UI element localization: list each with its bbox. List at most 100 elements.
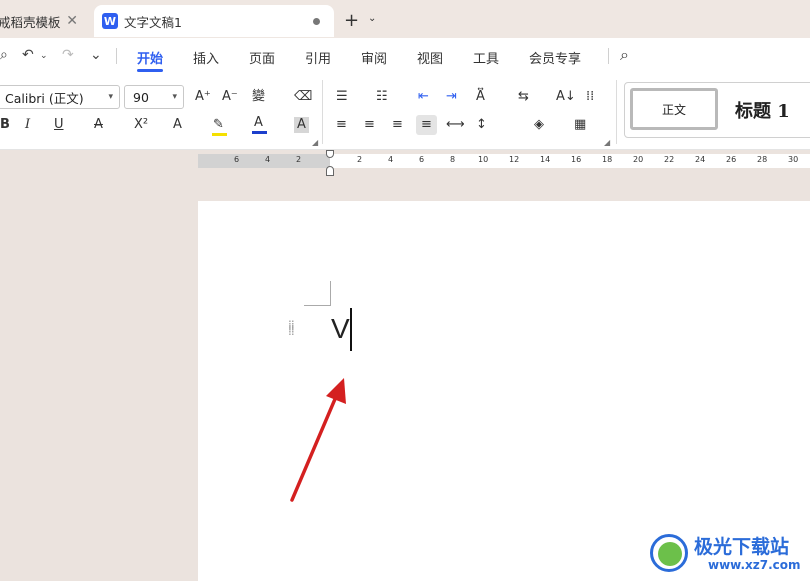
wps-writer-icon: W [102,13,118,29]
font-size-select[interactable]: 90 ▾ [124,85,184,109]
text-direction-icon[interactable]: A⃡ [476,89,485,105]
first-line-indent-handle[interactable] [326,150,334,158]
distributed-icon[interactable]: ⟷ [446,117,465,133]
ribbon-separator [616,80,617,144]
italic-icon[interactable]: I [25,117,30,133]
style-normal[interactable]: 正文 [630,88,718,130]
margin-corner-mark [330,281,331,306]
menu-tools[interactable]: 工具 [473,48,499,67]
menu-member[interactable]: 会员专享 [529,48,581,67]
ruler-tick: 20 [633,155,644,164]
menu-bar: ⌕ ↶ ⌄ ↷ ⌄ 开始 插入 页面 引用 审阅 视图 工具 会员专享 ⌕ [0,38,810,74]
menu-separator [116,48,117,64]
shrink-font-icon[interactable]: A⁻ [222,89,238,105]
align-right-icon[interactable]: ≡ [392,117,403,133]
margin-corner-mark [304,305,330,306]
new-tab-plus-icon[interactable]: + [344,10,359,31]
font-name-value: Calibri (正文) [5,90,84,106]
menu-home[interactable]: 开始 [137,48,163,67]
new-tab-chevron-icon[interactable]: ⌄ [368,13,376,24]
decrease-indent-icon[interactable]: ⇤ [418,89,429,105]
font-dialog-launcher-icon[interactable]: ◢ [312,138,318,147]
numbering-icon[interactable]: ☷ [376,89,388,105]
menu-view[interactable]: 视图 [417,48,443,67]
ruler-tick: 14 [540,155,551,164]
chevron-down-icon: ▾ [172,92,177,102]
paragraph-shading-icon[interactable]: ◈ [534,117,544,133]
underline-icon[interactable]: U [54,117,64,133]
watermark-name: 极光下载站 [694,536,790,558]
menu-reference[interactable]: 引用 [305,48,331,67]
redo-icon[interactable]: ↷ [62,47,74,63]
ruler-tick: 28 [757,155,768,164]
text-effects-icon[interactable]: A [173,117,182,133]
char-shading-icon[interactable]: A [294,117,309,133]
tab-template-label: 戒稻壳模板 [0,14,61,30]
menu-separator [608,48,609,64]
justify-icon[interactable]: ≡ [416,115,437,135]
borders-icon[interactable]: ▦ [574,117,586,133]
close-icon[interactable]: ✕ [66,13,78,29]
more-icon[interactable]: ⌄ [90,47,102,63]
paragraph-drag-handle-icon[interactable]: ⁞⁞ ⁞⁞ [288,319,298,337]
tab-template[interactable]: 戒稻壳模板 ✕ [0,5,88,37]
ruler-tick: 4 [388,155,394,164]
menu-insert[interactable]: 插入 [193,48,219,67]
watermark: 极光下载站 www.xz7.com [648,528,810,578]
ruler-tick: 18 [602,155,613,164]
align-center-icon[interactable]: ≡ [364,117,375,133]
menu-review[interactable]: 审阅 [361,48,387,67]
show-marks-icon[interactable]: ⁞⁞ [586,89,594,105]
horizontal-ruler[interactable]: 6 4 2 2 4 6 8 10 12 14 16 18 20 22 24 26… [198,154,810,168]
font-color-icon[interactable]: A [254,115,263,131]
line-spacing-icon[interactable]: ↕ [476,117,487,133]
increase-indent-icon[interactable]: ⇥ [446,89,457,105]
ruler-tick: 2 [357,155,363,164]
ribbon-toolbar: Calibri (正文) ▾ 90 ▾ A⁺ A⁻ 變 ⌫ B I U A X²… [0,74,810,150]
ruler-tick: 12 [509,155,520,164]
ruler-tick: 2 [296,155,302,164]
ruler-tick: 6 [234,155,240,164]
ruler-tick: 24 [695,155,706,164]
hanging-indent-handle[interactable] [326,166,334,176]
menu-page[interactable]: 页面 [249,48,275,67]
ruler-tick: 22 [664,155,675,164]
style-heading-1[interactable]: 标题 1 [735,97,790,123]
sort-chinese-icon[interactable]: ⇆ [518,89,529,105]
bullets-icon[interactable]: ☰ [336,89,348,105]
tab-document[interactable]: W 文字文稿1 [94,5,334,37]
red-arrow-annotation [290,378,346,502]
paragraph-dialog-launcher-icon[interactable]: ◢ [604,138,610,147]
bold-icon[interactable]: B [0,117,10,133]
clear-format-icon[interactable]: ⌫ [294,89,312,105]
highlight-color-bar [212,133,227,136]
phonetic-guide-icon[interactable]: 變 [252,89,265,105]
search-icon[interactable]: ⌕ [620,45,629,65]
superscript-icon[interactable]: X² [134,117,148,133]
strikethrough-icon[interactable]: A [94,117,103,133]
ruler-tick: 30 [788,155,799,164]
ruler-left-margin [198,154,330,168]
watermark-logo-inner-icon [658,542,682,566]
align-left-icon[interactable]: ≡ [336,117,347,133]
ruler-tick: 6 [419,155,425,164]
grow-font-icon[interactable]: A⁺ [195,89,211,105]
font-size-value: 90 [133,89,149,105]
menu-active-indicator [137,69,163,72]
text-cursor [350,308,352,351]
font-name-select[interactable]: Calibri (正文) ▾ [0,85,120,109]
chevron-down-icon: ▾ [108,92,113,102]
watermark-url: www.xz7.com [708,558,801,572]
highlight-icon[interactable]: ✎ [213,117,224,133]
undo-icon[interactable]: ↶ [22,47,34,63]
ruler-tick: 16 [571,155,582,164]
ruler-tick: 10 [478,155,489,164]
ruler-tick: 4 [265,155,271,164]
ruler-tick: 8 [450,155,456,164]
preview-icon[interactable]: ⌕ [0,47,8,63]
unsaved-dot-icon[interactable] [313,18,320,25]
document-text[interactable]: V [331,313,350,345]
undo-chevron-icon[interactable]: ⌄ [40,51,48,61]
sort-icon[interactable]: A↓ [556,89,576,105]
tab-bar: 戒稻壳模板 ✕ W 文字文稿1 + ⌄ [0,0,810,38]
